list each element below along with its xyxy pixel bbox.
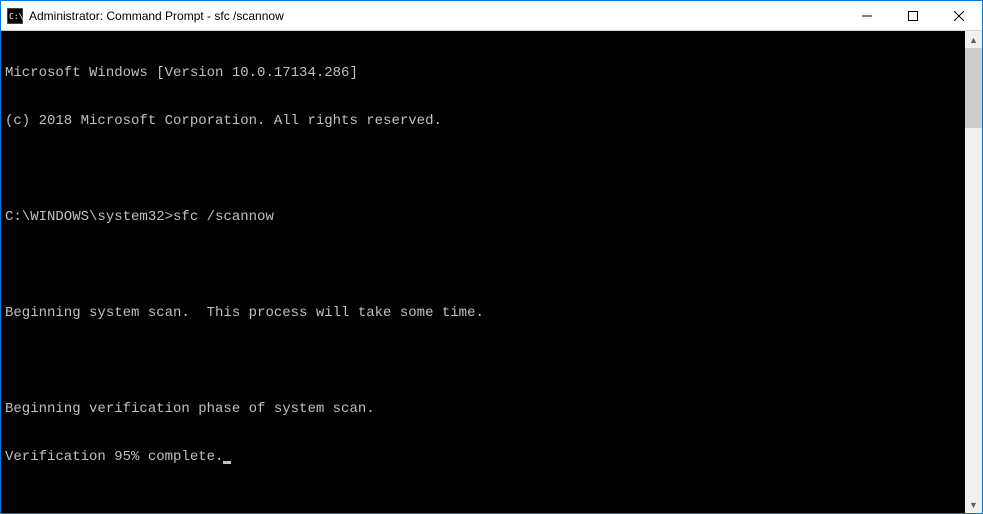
terminal-line [5,353,961,369]
maximize-button[interactable] [890,1,936,30]
cmd-icon: C:\ [7,8,23,24]
terminal-line [5,257,961,273]
window-controls [844,1,982,30]
content-area: Microsoft Windows [Version 10.0.17134.28… [1,31,982,513]
window-title: Administrator: Command Prompt - sfc /sca… [29,9,844,23]
terminal-line: Beginning verification phase of system s… [5,401,961,417]
terminal-line: Beginning system scan. This process will… [5,305,961,321]
scroll-thumb[interactable] [965,48,982,128]
svg-text:C:\: C:\ [9,12,23,21]
close-button[interactable] [936,1,982,30]
minimize-button[interactable] [844,1,890,30]
titlebar[interactable]: C:\ Administrator: Command Prompt - sfc … [1,1,982,31]
vertical-scrollbar[interactable]: ▲ ▼ [965,31,982,513]
terminal-line: (c) 2018 Microsoft Corporation. All righ… [5,113,961,129]
terminal-line [5,161,961,177]
terminal-line: Verification 95% complete. [5,449,961,465]
terminal-text: Verification 95% complete. [5,449,223,465]
terminal-output[interactable]: Microsoft Windows [Version 10.0.17134.28… [1,31,965,513]
cursor-icon [223,461,231,464]
scroll-track[interactable] [965,48,982,496]
scroll-down-icon[interactable]: ▼ [965,496,982,513]
terminal-line: C:\WINDOWS\system32>sfc /scannow [5,209,961,225]
scroll-up-icon[interactable]: ▲ [965,31,982,48]
terminal-line: Microsoft Windows [Version 10.0.17134.28… [5,65,961,81]
